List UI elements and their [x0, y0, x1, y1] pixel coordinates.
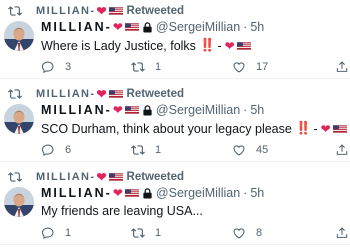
red-heart-icon: ❤ [96, 87, 107, 101]
tweet-timestamp[interactable]: 5h [250, 103, 264, 117]
tweet[interactable]: MILLIAN- ❤ Retweeted MILLIAN- ❤ @SergeiM… [0, 162, 350, 245]
reply-icon [41, 144, 54, 157]
like-count: 45 [256, 144, 269, 156]
tweet-header: MILLIAN- ❤ @SergeiMillian · 5h [41, 185, 264, 201]
tweet-text: SCO Durham, think about your legacy plea… [41, 121, 347, 136]
reply-button[interactable]: 3 [41, 59, 71, 75]
double-exclamation-icon: ‼️ [295, 121, 312, 135]
share-icon [336, 61, 348, 72]
tweet-feed: MILLIAN- ❤ Retweeted MILLIAN- ❤ @SergeiM… [0, 0, 350, 250]
us-flag-icon [124, 23, 139, 31]
retweet-icon [8, 89, 22, 99]
red-heart-icon: ❤ [96, 4, 107, 18]
retweet-icon [8, 6, 22, 16]
tweet-body: SCO Durham, think about your legacy plea… [41, 121, 292, 136]
red-heart-icon: ❤ [112, 20, 123, 34]
retweeter-name[interactable]: MILLIAN- [36, 171, 95, 183]
tweet-actions: 3 1 17 [41, 59, 350, 75]
reply-count: 6 [65, 144, 72, 156]
retweet-count: 1 [155, 61, 162, 73]
tweet[interactable]: MILLIAN- ❤ Retweeted MILLIAN- ❤ @SergeiM… [0, 79, 350, 162]
tweet-header: MILLIAN- ❤ @SergeiMillian · 5h [41, 102, 264, 118]
tweet-timestamp[interactable]: 5h [250, 186, 264, 200]
retweeter-name[interactable]: MILLIAN- [36, 88, 95, 100]
tweet-text: My friends are leaving USA... [41, 204, 203, 218]
reply-button[interactable]: 1 [41, 225, 71, 241]
us-flag-icon [108, 7, 123, 15]
retweet-button[interactable]: 1 [131, 142, 161, 158]
tweet-text: Where is Lady Justice, folks ‼️ - ❤ [41, 38, 251, 53]
retweeted-label: Retweeted [126, 88, 185, 100]
share-button[interactable] [335, 142, 349, 158]
heart-outline-icon [233, 145, 245, 156]
share-button[interactable] [335, 59, 349, 75]
red-heart-icon: ❤ [112, 186, 123, 200]
tweet-actions: 6 1 45 [41, 142, 350, 158]
us-flag-icon [124, 189, 139, 197]
lock-icon [143, 187, 152, 199]
avatar[interactable] [4, 21, 34, 51]
retweet-context: MILLIAN- ❤ Retweeted [8, 4, 184, 18]
avatar[interactable] [4, 104, 34, 134]
heart-outline-icon [233, 62, 245, 73]
retweet-button[interactable]: 1 [131, 225, 161, 241]
retweet-count: 1 [155, 227, 162, 239]
tweet-body: Where is Lady Justice, folks [41, 38, 196, 53]
share-icon [336, 144, 348, 155]
like-button[interactable]: 45 [232, 142, 268, 158]
retweet-icon [131, 145, 145, 155]
retweeted-label: Retweeted [126, 171, 185, 183]
us-flag-icon [124, 106, 139, 114]
lock-icon [143, 104, 152, 116]
like-button[interactable]: 8 [232, 225, 262, 241]
heart-outline-icon [233, 228, 245, 239]
like-button[interactable]: 17 [232, 59, 268, 75]
like-count: 17 [256, 61, 269, 73]
double-exclamation-icon: ‼️ [199, 38, 216, 52]
lock-icon [143, 21, 152, 33]
separator-dot: · [243, 20, 248, 34]
retweeter-name[interactable]: MILLIAN- [36, 5, 95, 17]
separator-dot: · [243, 186, 248, 200]
retweet-context: MILLIAN- ❤ Retweeted [8, 87, 184, 101]
retweet-icon [131, 62, 145, 72]
separator-dot: · [243, 103, 248, 117]
red-heart-icon: ❤ [96, 170, 107, 184]
user-handle[interactable]: @SergeiMillian [156, 103, 240, 117]
tweet-header: MILLIAN- ❤ @SergeiMillian · 5h [41, 19, 264, 35]
us-flag-icon [108, 173, 123, 181]
user-handle[interactable]: @SergeiMillian [156, 186, 240, 200]
tweet[interactable]: MILLIAN- ❤ Retweeted MILLIAN- ❤ @SergeiM… [0, 0, 350, 79]
retweet-icon [8, 172, 22, 182]
retweet-button[interactable]: 1 [131, 59, 161, 75]
avatar[interactable] [4, 187, 34, 217]
display-name[interactable]: MILLIAN- [41, 20, 112, 34]
us-flag-icon [236, 41, 251, 50]
share-icon [336, 227, 348, 238]
retweet-context: MILLIAN- ❤ Retweeted [8, 170, 184, 184]
share-button[interactable] [335, 225, 349, 241]
reply-icon [41, 61, 54, 74]
display-name[interactable]: MILLIAN- [41, 103, 112, 117]
us-flag-icon [332, 124, 347, 133]
reply-icon [41, 227, 54, 240]
tweet-body: My friends are leaving USA... [41, 204, 203, 218]
retweet-count: 1 [155, 144, 162, 156]
red-heart-icon: ❤ [320, 121, 331, 136]
retweeted-label: Retweeted [126, 5, 185, 17]
retweet-icon [131, 228, 145, 238]
display-name[interactable]: MILLIAN- [41, 186, 112, 200]
reply-count: 1 [65, 227, 72, 239]
reply-button[interactable]: 6 [41, 142, 71, 158]
tweet-dash: - [313, 121, 318, 136]
like-count: 8 [256, 227, 263, 239]
us-flag-icon [108, 90, 123, 98]
tweet-timestamp[interactable]: 5h [250, 20, 264, 34]
tweet-dash: - [217, 38, 222, 53]
user-handle[interactable]: @SergeiMillian [156, 20, 240, 34]
tweet-actions: 1 1 8 [41, 225, 350, 241]
red-heart-icon: ❤ [112, 103, 123, 117]
reply-count: 3 [65, 61, 72, 73]
red-heart-icon: ❤ [224, 38, 235, 53]
